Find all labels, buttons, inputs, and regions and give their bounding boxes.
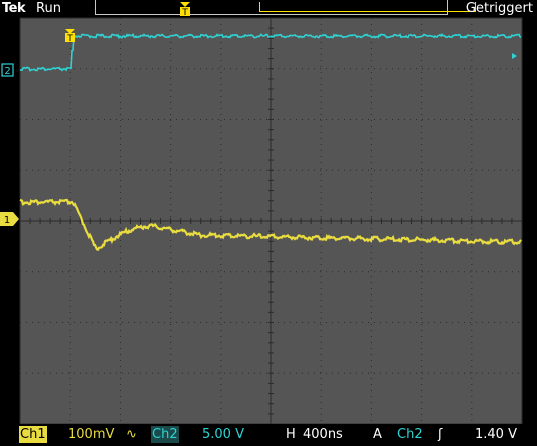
trigger-slope-icon: ʃ (438, 427, 443, 442)
bottom-status-bar: Ch1 100mV ∿ Ch2 5.00 V H 400ns A Ch2 ʃ 1… (0, 424, 537, 446)
ch1-ground-marker[interactable]: 1 (0, 212, 19, 226)
ch1-coupling-icon: ∿ (126, 427, 137, 442)
trigger-label: T (181, 8, 188, 18)
ch2-ground-marker[interactable]: 2 (1, 63, 14, 77)
ch1-marker-label: 1 (4, 215, 10, 226)
horizontal-label: H (286, 427, 296, 442)
ch1-label[interactable]: Ch1 (19, 426, 47, 443)
trigger-level[interactable]: 1.40 V (475, 426, 517, 443)
ch2-label[interactable]: Ch2 (151, 426, 179, 443)
trigger-point-label: T (66, 34, 73, 44)
horizontal-scale[interactable]: 400ns (303, 426, 343, 443)
trigger-arrow-icon (180, 2, 190, 7)
ch2-scale: 5.00 V (202, 427, 244, 442)
ch1-scale: 100mV (68, 427, 115, 442)
oscilloscope-display: T T 2 1 (0, 2, 523, 425)
trigger-mode-label: A (373, 427, 382, 442)
trigger-source[interactable]: Ch2 (397, 426, 423, 443)
ch2-marker-label: 2 (4, 66, 10, 77)
graticule (19, 17, 523, 425)
trigger-position-marker[interactable]: T (180, 2, 190, 18)
